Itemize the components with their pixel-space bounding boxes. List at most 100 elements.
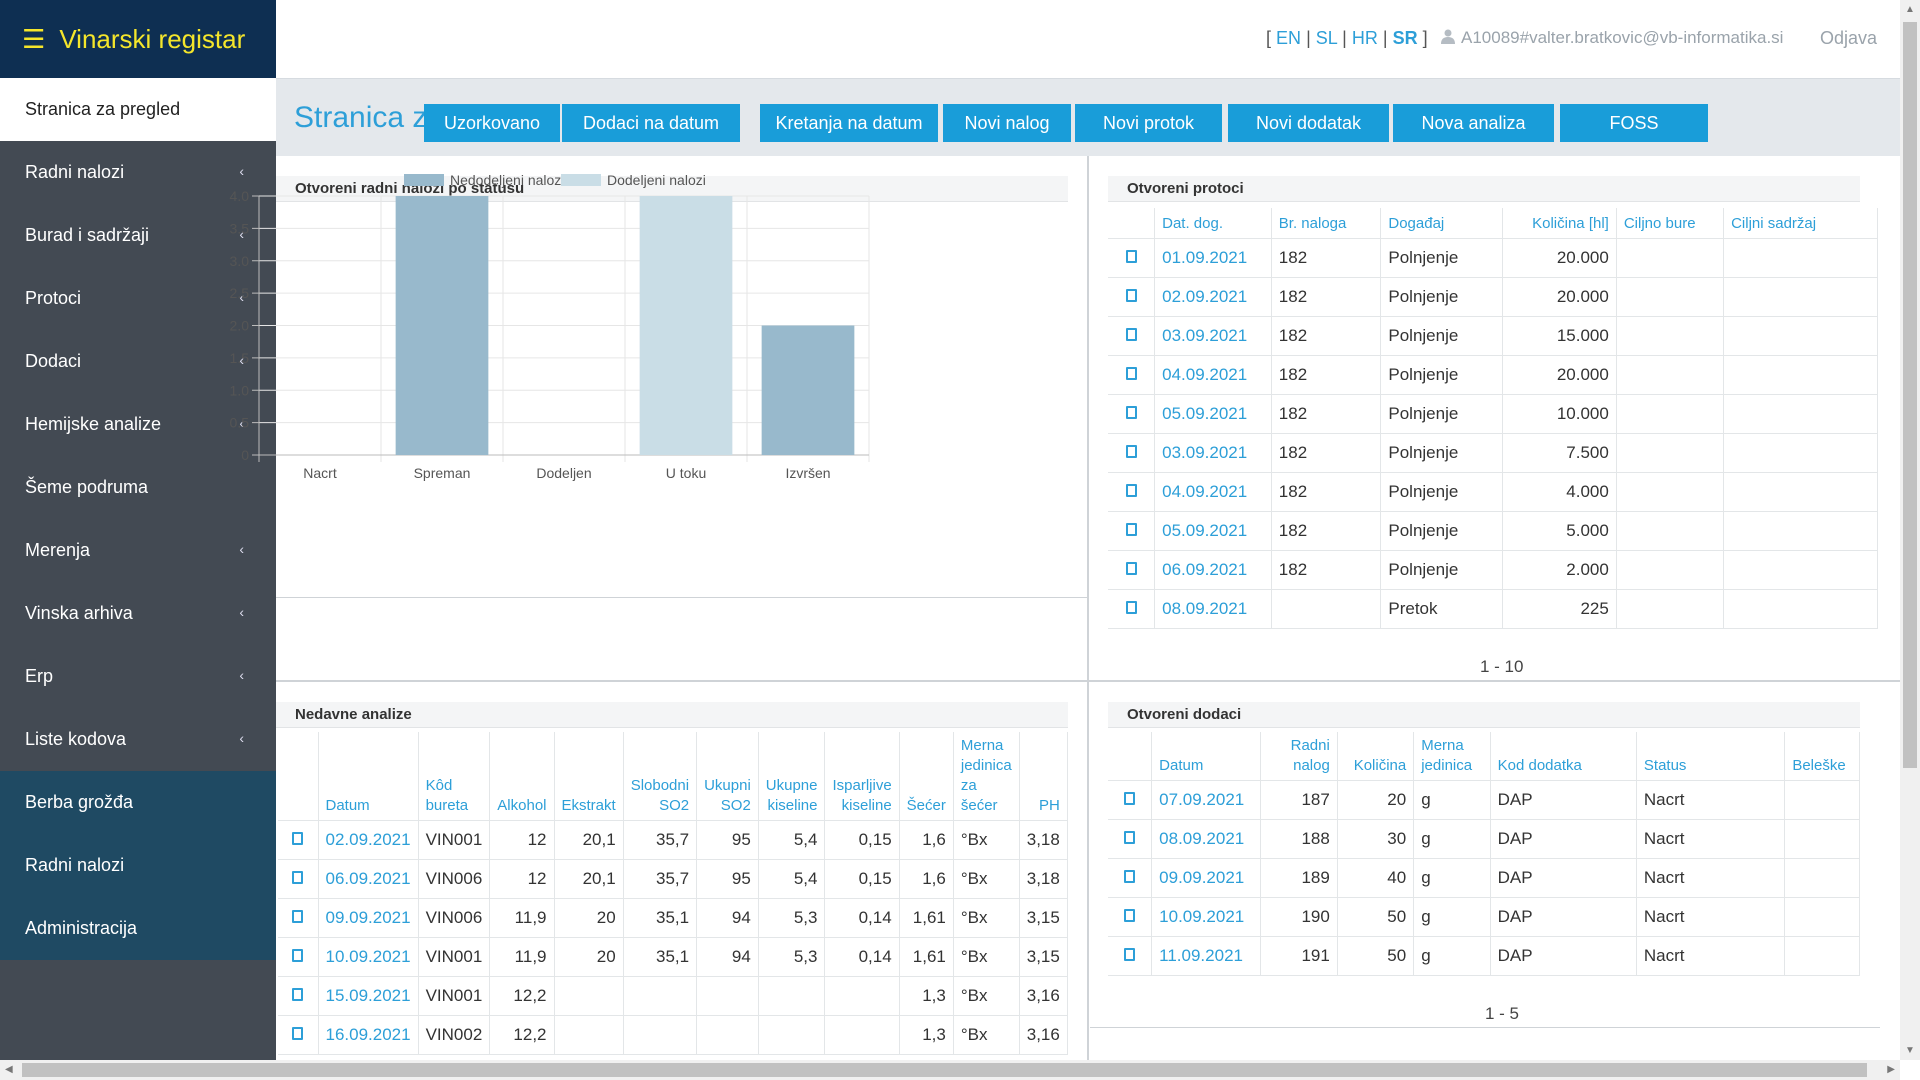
column-header[interactable]: Šećer [899, 732, 954, 821]
table-row[interactable]: 03.09.2021 182 Polnjenje 7.500 [1108, 433, 1878, 473]
lang-hr[interactable]: HR [1352, 28, 1378, 48]
column-header[interactable]: Isparljive kiseline [824, 732, 900, 821]
column-header[interactable]: Datum [318, 732, 419, 821]
table-row[interactable]: 06.09.2021 VIN006 12 20,1 35,7 95 5,4 0,15 1,6 °B… [278, 859, 1068, 899]
table-row[interactable]: 09.09.2021 VIN006 11,9 20 35,1 94 5,3 0,14 1,61 °… [278, 898, 1068, 938]
checkbox-icon[interactable] [292, 871, 304, 884]
sidebar-item[interactable]: Berba grožđa [0, 771, 276, 834]
column-header[interactable]: Alkohol [489, 732, 555, 821]
header-button[interactable]: Novi nalog [943, 104, 1071, 142]
scroll-down-icon[interactable]: ▼ [1905, 1045, 1915, 1056]
row-select-cell[interactable] [1108, 355, 1156, 395]
checkbox-icon[interactable] [292, 949, 304, 962]
checkbox-icon[interactable] [1125, 249, 1137, 263]
header-button[interactable]: Uzorkovano [424, 104, 560, 142]
row-select-cell[interactable] [278, 898, 319, 938]
dodaci-pager[interactable]: 1 - 5 [1485, 1004, 1519, 1024]
sidebar-item[interactable]: Erp ‹ [0, 645, 276, 708]
checkbox-icon[interactable] [1124, 831, 1136, 844]
row-select-cell[interactable] [278, 859, 319, 899]
vertical-scroll-thumb[interactable] [1903, 22, 1917, 768]
checkbox-icon[interactable] [1124, 870, 1136, 883]
checkbox-icon[interactable] [1125, 444, 1137, 458]
app-brand[interactable]: ☰ Vinarski registar [0, 0, 276, 78]
row-select-cell[interactable] [1108, 819, 1153, 859]
header-button[interactable]: Novi dodatak [1228, 104, 1389, 142]
table-row[interactable]: 06.09.2021 182 Polnjenje 2.000 [1108, 550, 1878, 590]
lang-sl[interactable]: SL [1316, 28, 1337, 48]
checkbox-icon[interactable] [1125, 366, 1137, 380]
table-row[interactable]: 09.09.2021 189 40 g DAP Nacrt [1108, 858, 1860, 898]
table-row[interactable]: 02.09.2021 182 Polnjenje 20.000 [1108, 277, 1878, 317]
checkbox-icon[interactable] [292, 988, 304, 1001]
scroll-right-icon[interactable]: ▶ [1887, 1064, 1895, 1075]
column-header[interactable]: Ekstrakt [554, 732, 624, 821]
table-row[interactable]: 05.09.2021 182 Polnjenje 10.000 [1108, 394, 1878, 434]
bar[interactable] [639, 196, 733, 455]
sidebar-item[interactable]: Liste kodova ‹ [0, 708, 276, 771]
checkbox-icon[interactable] [1125, 405, 1137, 419]
column-header[interactable]: Količina [hl] [1502, 208, 1617, 239]
protoci-pager[interactable]: 1 - 10 [1480, 657, 1523, 677]
table-cell[interactable]: 10.09.2021 [1151, 897, 1262, 937]
table-cell[interactable]: 15.09.2021 [318, 976, 419, 1016]
column-header[interactable]: Kôd bureta [418, 732, 491, 821]
lang-en[interactable]: EN [1276, 28, 1301, 48]
column-header[interactable]: Merna jedinica [1413, 732, 1491, 781]
table-row[interactable]: 03.09.2021 182 Polnjenje 15.000 [1108, 316, 1878, 356]
checkbox-icon[interactable] [1125, 561, 1137, 575]
row-select-cell[interactable] [1108, 433, 1156, 473]
table-row[interactable]: 10.09.2021 190 50 g DAP Nacrt [1108, 897, 1860, 937]
table-row[interactable]: 05.09.2021 182 Polnjenje 5.000 [1108, 511, 1878, 551]
row-select-cell[interactable] [1108, 472, 1156, 512]
row-select-cell[interactable] [1108, 936, 1153, 976]
checkbox-icon[interactable] [1125, 327, 1137, 341]
table-cell[interactable]: 10.09.2021 [318, 937, 419, 977]
row-select-cell[interactable] [278, 937, 319, 977]
user-info[interactable]: A10089#valter.bratkovic@vb-informatika.s… [1441, 28, 1783, 48]
column-header[interactable]: Kod dodatka [1490, 732, 1637, 781]
scroll-left-icon[interactable]: ◀ [5, 1064, 13, 1075]
table-cell[interactable]: 09.09.2021 [1151, 858, 1262, 898]
vertical-scrollbar[interactable]: ▲ ▼ [1900, 0, 1920, 1060]
column-header[interactable]: Br. naloga [1271, 208, 1382, 239]
column-header[interactable]: Ciljno bure [1616, 208, 1725, 239]
table-row[interactable]: 04.09.2021 182 Polnjenje 20.000 [1108, 355, 1878, 395]
column-header[interactable]: Ukupne kiseline [758, 732, 826, 821]
table-row[interactable]: 10.09.2021 VIN001 11,9 20 35,1 94 5,3 0,14 1,61 °… [278, 937, 1068, 977]
table-cell[interactable]: 11.09.2021 [1151, 936, 1262, 976]
table-row[interactable]: 02.09.2021 VIN001 12 20,1 35,7 95 5,4 0,15 1,6 °B… [278, 820, 1068, 860]
checkbox-icon[interactable] [292, 832, 304, 845]
checkbox-icon[interactable] [1124, 948, 1136, 961]
row-select-cell[interactable] [1108, 550, 1156, 590]
table-cell[interactable]: 05.09.2021 [1154, 511, 1272, 551]
row-select-cell[interactable] [1108, 858, 1153, 898]
checkbox-icon[interactable] [1125, 483, 1137, 497]
table-row[interactable]: 04.09.2021 182 Polnjenje 4.000 [1108, 472, 1878, 512]
row-select-cell[interactable] [278, 976, 319, 1016]
column-header[interactable]: Datum [1151, 732, 1262, 781]
checkbox-icon[interactable] [1125, 600, 1137, 614]
checkbox-icon[interactable] [1125, 522, 1137, 536]
table-cell[interactable]: 04.09.2021 [1154, 355, 1272, 395]
table-cell[interactable]: 03.09.2021 [1154, 316, 1272, 356]
column-header[interactable]: Količina [1337, 732, 1415, 781]
sidebar-item[interactable]: Administracija [0, 897, 276, 960]
column-header[interactable]: Slobodni SO2 [623, 732, 698, 821]
header-button[interactable]: Nova analiza [1393, 104, 1554, 142]
table-row[interactable]: 01.09.2021 182 Polnjenje 20.000 [1108, 238, 1878, 278]
legend-label[interactable]: Dodeljeni nalozi [607, 172, 706, 188]
checkbox-icon[interactable] [292, 910, 304, 923]
row-select-cell[interactable] [1108, 780, 1153, 820]
row-select-cell[interactable] [278, 1015, 319, 1055]
row-select-cell[interactable] [1108, 316, 1156, 356]
row-select-cell[interactable] [1108, 238, 1156, 278]
column-header[interactable]: Ukupni SO2 [696, 732, 759, 821]
table-cell[interactable]: 05.09.2021 [1154, 394, 1272, 434]
column-header[interactable]: Radni nalog [1260, 732, 1338, 781]
row-select-cell[interactable] [1108, 511, 1156, 551]
table-row[interactable]: 08.09.2021 188 30 g DAP Nacrt [1108, 819, 1860, 859]
table-cell[interactable]: 08.09.2021 [1154, 589, 1272, 629]
column-header[interactable]: Merna jedinica za šećer [953, 732, 1020, 821]
sidebar-item[interactable]: Stranica za pregled [0, 78, 276, 141]
